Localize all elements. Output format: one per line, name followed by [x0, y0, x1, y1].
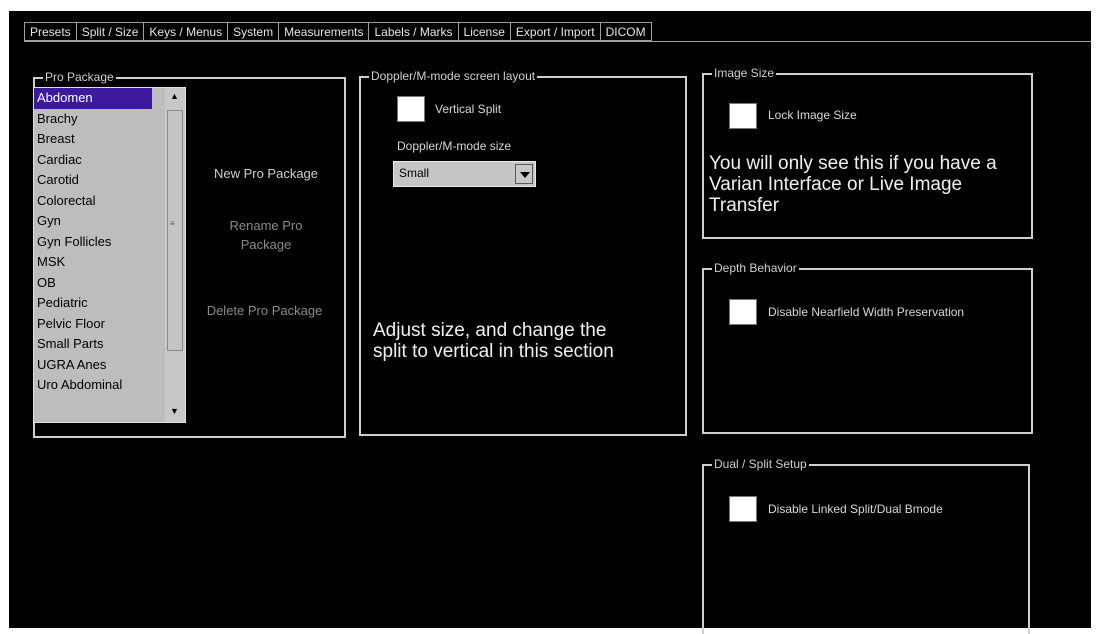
doppler-layout-title: Doppler/M-mode screen layout: [364, 69, 538, 83]
doppler-size-value: Small: [399, 166, 430, 180]
list-item[interactable]: UGRA Anes: [34, 355, 152, 376]
list-item[interactable]: Brachy: [34, 109, 152, 130]
tab-divider: [24, 41, 1091, 42]
tab-bar: Presets Split / Size Keys / Menus System…: [24, 22, 652, 41]
rename-pro-package-button[interactable]: Rename Pro Package: [214, 216, 318, 254]
tab-presets[interactable]: Presets: [24, 22, 76, 41]
list-item[interactable]: Gyn: [34, 211, 152, 232]
tab-license[interactable]: License: [457, 22, 510, 41]
pro-package-title: Pro Package: [38, 70, 116, 84]
tab-system[interactable]: System: [227, 22, 279, 41]
vertical-split-checkbox[interactable]: [397, 96, 425, 122]
tab-labels-marks[interactable]: Labels / Marks: [368, 22, 458, 41]
dual-split-title: Dual / Split Setup: [707, 457, 809, 471]
new-pro-package-button[interactable]: New Pro Package: [196, 166, 336, 181]
doppler-layout-group: Doppler/M-mode screen layout: [359, 69, 687, 436]
disable-linked-split-label: Disable Linked Split/Dual Bmode: [768, 502, 943, 516]
list-item[interactable]: MSK: [34, 252, 152, 273]
depth-behavior-title: Depth Behavior: [707, 261, 799, 275]
doppler-size-label: Doppler/M-mode size: [397, 139, 512, 153]
lock-image-size-checkbox[interactable]: [729, 103, 757, 129]
grip-icon: ≡: [170, 219, 175, 228]
list-item[interactable]: Breast: [34, 129, 152, 150]
tab-export-import[interactable]: Export / Import: [509, 22, 600, 41]
doppler-size-select[interactable]: Small: [393, 161, 536, 187]
delete-pro-package-button[interactable]: Delete Pro Package: [192, 303, 337, 318]
vertical-split-label: Vertical Split: [435, 102, 502, 116]
lock-image-size-label: Lock Image Size: [768, 108, 857, 122]
list-item[interactable]: Uro Abdominal: [34, 375, 152, 396]
tab-split-size[interactable]: Split / Size: [75, 22, 144, 41]
disable-linked-split-checkbox[interactable]: [729, 496, 757, 522]
list-item[interactable]: Pediatric: [34, 293, 152, 314]
list-item[interactable]: Pelvic Floor: [34, 314, 152, 335]
scroll-thumb[interactable]: ≡: [167, 110, 183, 351]
image-size-title: Image Size: [707, 66, 777, 80]
tab-measurements[interactable]: Measurements: [278, 22, 369, 41]
list-item[interactable]: OB: [34, 273, 152, 294]
dual-split-group: Dual / Split Setup: [702, 457, 1030, 634]
list-item[interactable]: Carotid: [34, 170, 152, 191]
tab-keys-menus[interactable]: Keys / Menus: [143, 22, 228, 41]
list-item[interactable]: Small Parts: [34, 334, 152, 355]
scroll-up-icon[interactable]: ▲: [170, 91, 179, 101]
list-item[interactable]: Colorectal: [34, 191, 152, 212]
image-size-annotation: You will only see this if you have a Var…: [709, 153, 997, 216]
list-item[interactable]: Cardiac: [34, 150, 152, 171]
list-item-abdomen[interactable]: Abdomen: [34, 88, 152, 109]
depth-behavior-group: Depth Behavior: [702, 261, 1033, 434]
list-item[interactable]: Gyn Follicles: [34, 232, 152, 253]
list-scrollbar[interactable]: ▲ ≡ ▼: [165, 88, 185, 422]
chevron-down-icon[interactable]: [515, 164, 533, 184]
pro-package-list[interactable]: Abdomen Brachy Breast Cardiac Carotid Co…: [33, 87, 186, 423]
disable-nearfield-checkbox[interactable]: [729, 299, 757, 325]
scroll-down-icon[interactable]: ▼: [170, 406, 179, 416]
tab-dicom[interactable]: DICOM: [599, 22, 652, 41]
disable-nearfield-label: Disable Nearfield Width Preservation: [768, 305, 965, 319]
doppler-annotation: Adjust size, and change the split to ver…: [373, 320, 614, 362]
